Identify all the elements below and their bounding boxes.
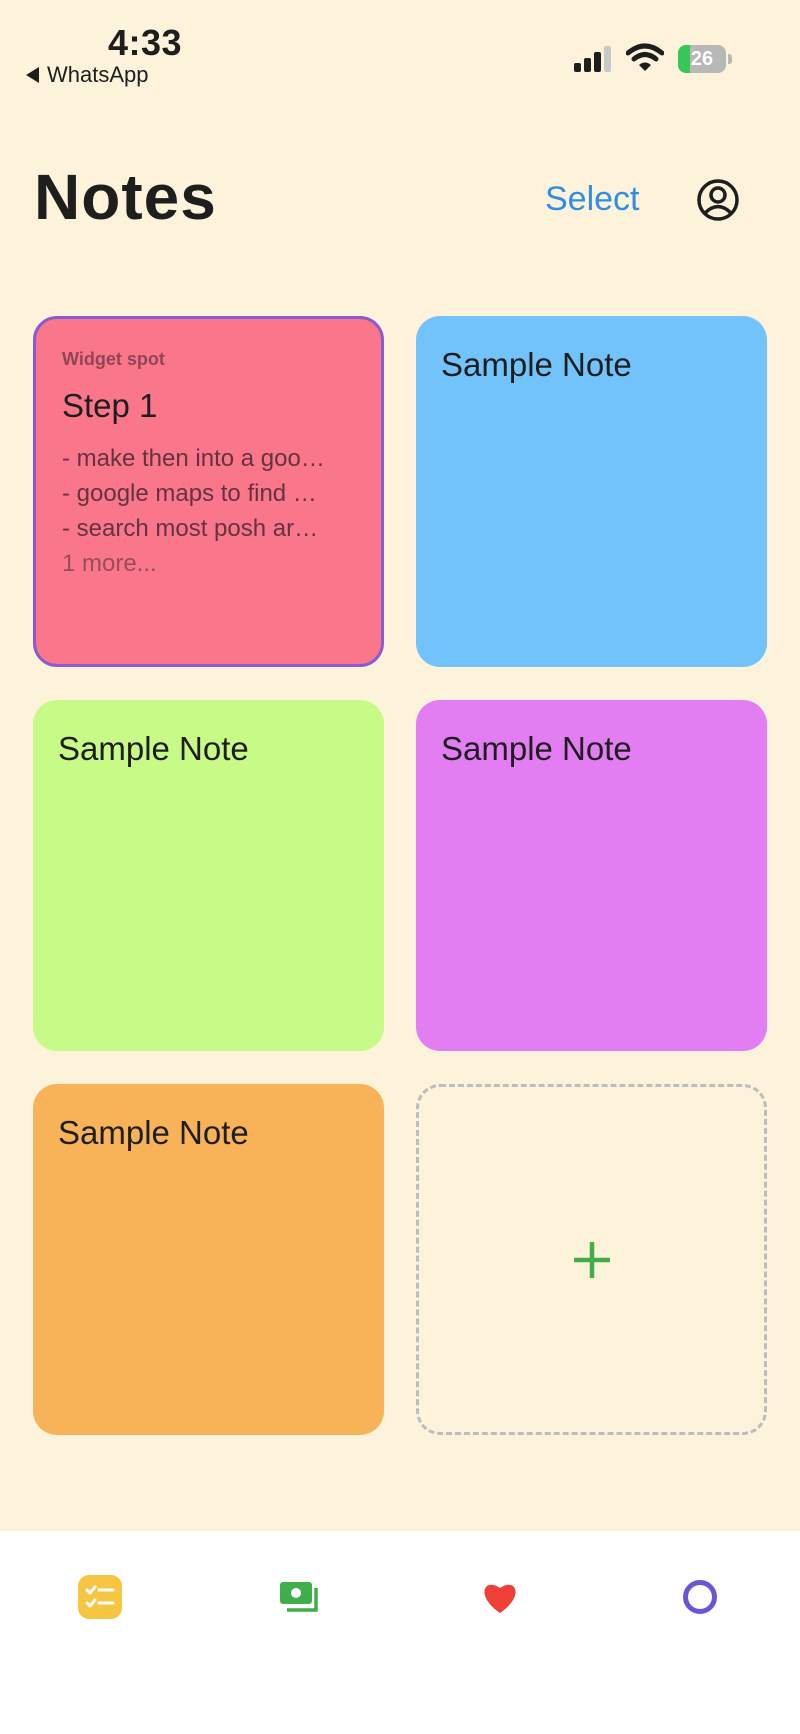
note-preview-line: - make then into a goo… (62, 445, 325, 472)
note-preview-line: - search most posh ar… (62, 515, 319, 542)
tab-notes[interactable] (70, 1567, 130, 1627)
note-title: Sample Note (58, 1114, 249, 1151)
tab-profile[interactable] (670, 1567, 730, 1627)
page-title: Notes (34, 161, 217, 233)
note-title: Step 1 (62, 387, 158, 424)
tab-favorites[interactable] (470, 1567, 530, 1627)
circle-icon (683, 1580, 717, 1614)
note-card[interactable]: Sample Note (33, 700, 384, 1051)
cellular-signal-icon (574, 46, 611, 72)
back-arrow-icon (26, 67, 39, 83)
note-card[interactable]: Sample Note (416, 700, 767, 1051)
person-circle-icon (697, 179, 739, 221)
note-title: Sample Note (58, 730, 249, 767)
battery-icon: 26 (678, 45, 732, 73)
money-icon (280, 1582, 318, 1612)
tab-bar (0, 1531, 800, 1734)
more-items-label: 1 more... (62, 550, 157, 577)
note-card[interactable]: Sample Note (416, 316, 767, 667)
back-app-label: WhatsApp (47, 62, 149, 87)
note-preview-line: - google maps to find … (62, 480, 317, 507)
wifi-icon (626, 43, 664, 71)
add-note-button[interactable] (416, 1084, 767, 1435)
note-card-widget[interactable]: Widget spot Step 1 - make then into a go… (33, 316, 384, 667)
note-title: Sample Note (441, 730, 632, 767)
note-card[interactable]: Sample Note (33, 1084, 384, 1435)
note-title: Sample Note (441, 346, 632, 383)
tab-money[interactable] (270, 1567, 330, 1627)
plus-icon (419, 1087, 764, 1432)
back-to-app-link[interactable]: WhatsApp (26, 62, 149, 88)
heart-icon (484, 1584, 516, 1613)
checklist-icon (78, 1575, 122, 1619)
battery-level: 26 (690, 48, 714, 70)
widget-spot-label: Widget spot (62, 349, 165, 369)
profile-button[interactable] (696, 178, 740, 222)
status-time: 4:33 (108, 22, 183, 63)
select-button[interactable]: Select (545, 180, 640, 219)
